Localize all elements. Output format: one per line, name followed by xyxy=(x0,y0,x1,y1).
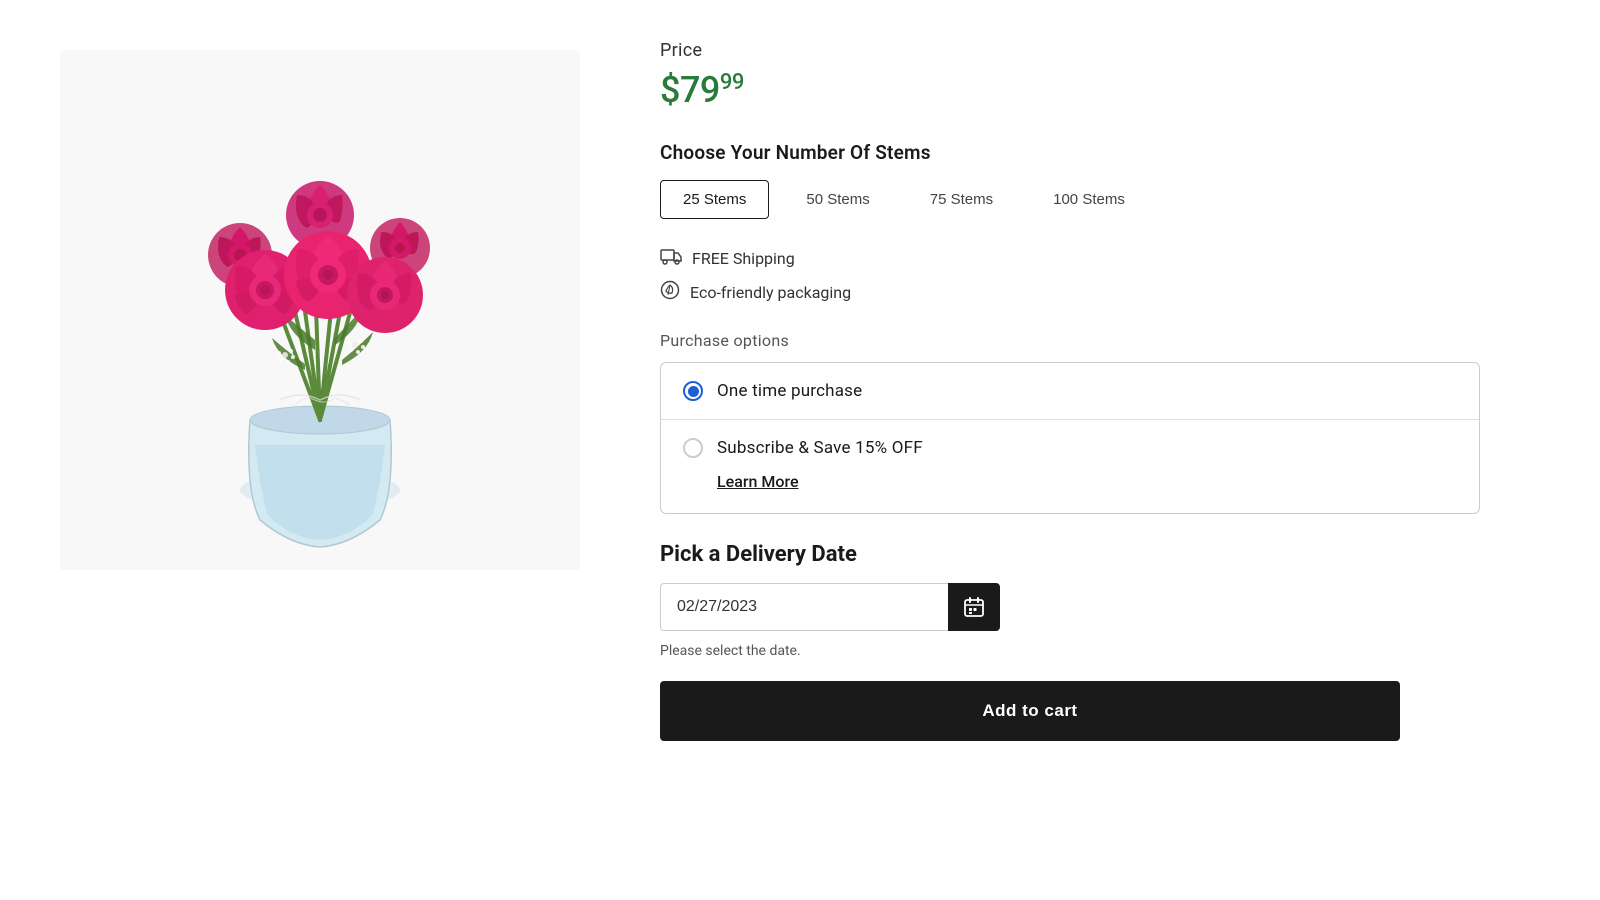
date-hint: Please select the date. xyxy=(660,643,1480,659)
stem-option-75[interactable]: 75 Stems xyxy=(907,180,1016,219)
shipping-text: FREE Shipping xyxy=(692,249,795,268)
price-cents: 99 xyxy=(720,70,744,95)
subscribe-option[interactable]: Subscribe & Save 15% OFF xyxy=(683,438,1457,458)
price-label: Price xyxy=(660,40,1480,61)
stem-option-100[interactable]: 100 Stems xyxy=(1030,180,1148,219)
one-time-label: One time purchase xyxy=(717,381,862,401)
calendar-icon xyxy=(963,596,985,618)
stems-label: Choose Your Number Of Stems xyxy=(660,141,1480,164)
eco-icon xyxy=(660,280,680,305)
date-input[interactable] xyxy=(660,583,948,631)
date-input-wrapper xyxy=(660,583,1000,631)
learn-more-link[interactable]: Learn More xyxy=(717,472,799,491)
purchase-options-label: Purchase options xyxy=(660,331,1480,350)
subscribe-label: Subscribe & Save 15% OFF xyxy=(717,438,923,458)
features-list: FREE Shipping Eco-friendly packaging xyxy=(660,247,1480,305)
product-details-section: Price $7999 Choose Your Number Of Stems … xyxy=(640,30,1540,870)
product-image-section xyxy=(0,30,640,870)
add-to-cart-button[interactable]: Add to cart xyxy=(660,681,1400,741)
eco-text: Eco-friendly packaging xyxy=(690,283,851,302)
stems-options: 25 Stems 50 Stems 75 Stems 100 Stems xyxy=(660,180,1480,219)
page-container: Price $7999 Choose Your Number Of Stems … xyxy=(0,0,1600,900)
calendar-button[interactable] xyxy=(948,583,1000,631)
feature-shipping: FREE Shipping xyxy=(660,247,1480,270)
delivery-label: Pick a Delivery Date xyxy=(660,542,1480,567)
price-value: $7999 xyxy=(660,69,1480,111)
product-image-wrapper xyxy=(60,50,580,570)
price-main: $79 xyxy=(660,69,720,111)
one-time-purchase-option[interactable]: One time purchase xyxy=(661,363,1479,420)
subscribe-radio[interactable] xyxy=(683,438,703,458)
one-time-radio[interactable] xyxy=(683,381,703,401)
shipping-icon xyxy=(660,247,682,270)
subscribe-section: Subscribe & Save 15% OFF Learn More xyxy=(661,420,1479,513)
purchase-options-box: One time purchase Subscribe & Save 15% O… xyxy=(660,362,1480,514)
product-image xyxy=(80,60,560,560)
stem-option-50[interactable]: 50 Stems xyxy=(783,180,892,219)
feature-eco: Eco-friendly packaging xyxy=(660,280,1480,305)
stem-option-25[interactable]: 25 Stems xyxy=(660,180,769,219)
